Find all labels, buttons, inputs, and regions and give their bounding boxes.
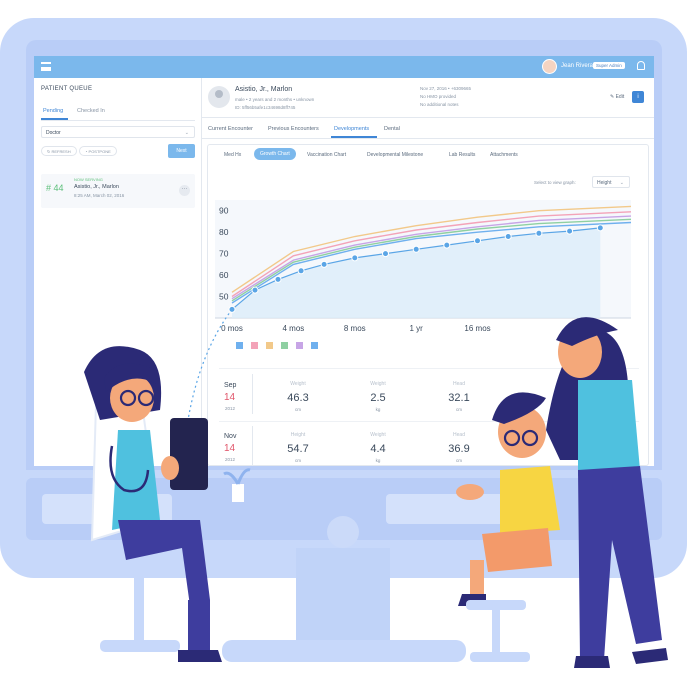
legend-swatch (296, 342, 303, 349)
mother-shoe (574, 656, 610, 668)
y-tick-label: 90 (219, 206, 229, 216)
child-shorts (482, 528, 552, 572)
plant-pot (232, 484, 244, 502)
patient-point (566, 227, 574, 235)
patient-point (351, 254, 359, 262)
chair-seat (466, 600, 526, 610)
patient-point (596, 224, 604, 232)
x-tick-label: 8 mos (344, 324, 366, 333)
y-tick-label: 80 (219, 227, 229, 237)
x-tick-label: 1 yr (409, 324, 423, 333)
y-tick-label: 70 (219, 249, 229, 259)
doctor-shoe (178, 650, 222, 662)
patient-point (535, 229, 543, 237)
illustration-overlay: 50607080900 mos4 mos8 mos1 yr16 mos2 yr (0, 200, 687, 668)
y-tick-label: 60 (219, 270, 229, 280)
chair-leg (492, 610, 500, 654)
patient-point (504, 233, 512, 240)
legend-swatch (266, 342, 273, 349)
patient-point (412, 245, 420, 253)
doctor-pants (118, 520, 210, 606)
x-tick-label: 16 mos (464, 324, 490, 333)
mother-shirt (578, 380, 640, 476)
patient-point (474, 237, 481, 245)
monitor-button (327, 516, 359, 548)
legend-swatch (236, 342, 243, 349)
chair-base (470, 652, 530, 662)
legend-swatch (281, 342, 288, 349)
mother-shoe (632, 648, 668, 664)
doctor-shirt (112, 430, 160, 530)
patient-point (443, 241, 451, 249)
child-shirt (500, 466, 560, 534)
child-hand (456, 484, 484, 500)
x-tick-label: 4 mos (282, 324, 304, 333)
drawer (386, 494, 516, 524)
stool-leg (134, 578, 144, 642)
monitor-stand (296, 548, 390, 644)
patient-point (228, 305, 236, 313)
legend-swatch (311, 342, 318, 349)
tablet (170, 418, 208, 490)
x-tick-label: 0 mos (221, 324, 243, 333)
patient-point (320, 260, 328, 268)
patient-point (382, 250, 389, 258)
patient-point (274, 275, 282, 283)
y-tick-label: 50 (219, 292, 229, 302)
patient-point (251, 286, 259, 294)
doctor-hand (161, 456, 179, 480)
patient-point (297, 267, 305, 275)
monitor-base (222, 640, 466, 662)
legend-swatch (251, 342, 258, 349)
